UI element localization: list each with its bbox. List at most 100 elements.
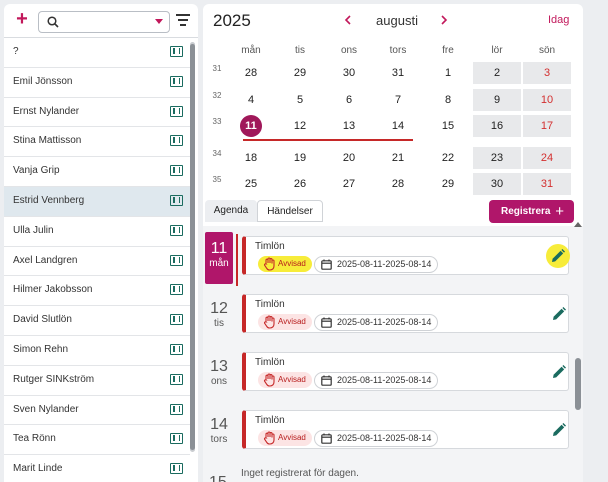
calendar-day[interactable]: 30 — [473, 173, 521, 195]
calendar-icon[interactable] — [170, 224, 183, 236]
calendar-icon[interactable] — [170, 433, 183, 445]
calendar-day[interactable]: 25 — [227, 173, 275, 195]
calendar-day[interactable]: 8 — [424, 89, 472, 111]
scroll-up-icon[interactable] — [574, 222, 582, 227]
calendar-icon[interactable] — [170, 135, 183, 147]
person-name: Hilmer Jakobsson — [13, 284, 93, 296]
calendar-icon[interactable] — [170, 403, 183, 415]
plus-icon: + — [16, 8, 28, 30]
calendar-day[interactable]: 30 — [325, 62, 373, 84]
calendar-day-selected[interactable]: 11 — [227, 115, 275, 137]
filter-icon[interactable] — [176, 14, 190, 26]
hand-stop-icon — [263, 373, 275, 387]
calendar-day[interactable]: 3 — [523, 62, 571, 84]
date-range-text: 2025-08-11-2025-08-14 — [337, 317, 432, 327]
add-person-button[interactable]: + — [14, 8, 30, 30]
chevron-down-icon[interactable] — [155, 19, 163, 24]
list-item[interactable]: Tea Rönn — [4, 425, 190, 456]
calendar-day[interactable]: 5 — [276, 89, 324, 111]
agenda-weekday: tis — [214, 318, 224, 329]
agenda-entry[interactable]: Timlön Avvisad 2025-08-11-2025-08-14 — [242, 352, 569, 391]
calendar-icon[interactable] — [170, 105, 183, 117]
calendar-day[interactable]: 31 — [374, 62, 422, 84]
calendar-day[interactable]: 4 — [227, 89, 275, 111]
calendar-day[interactable]: 17 — [523, 115, 571, 137]
calendar-day[interactable]: 26 — [276, 173, 324, 195]
search-input[interactable] — [65, 14, 149, 30]
tab-events[interactable]: Händelser — [257, 200, 323, 222]
calendar-day[interactable]: 9 — [473, 89, 521, 111]
plus-icon: + — [555, 203, 564, 220]
list-item[interactable]: Marit Linde — [4, 455, 190, 482]
list-item[interactable]: Emil Jönsson — [4, 68, 190, 98]
calendar-day[interactable]: 24 — [523, 147, 571, 169]
calendar-icon[interactable] — [170, 373, 183, 385]
agenda-scrollbar[interactable] — [574, 222, 582, 478]
calendar-day[interactable]: 15 — [424, 115, 472, 137]
agenda-scrollbar-thumb[interactable] — [575, 358, 581, 410]
list-item[interactable]: Simon Rehn — [4, 336, 190, 366]
calendar-icon[interactable] — [170, 284, 183, 296]
calendar-icon[interactable] — [170, 75, 183, 87]
prev-month-button[interactable] — [343, 13, 353, 25]
calendar-day[interactable]: 21 — [374, 147, 422, 169]
calendar-day[interactable]: 29 — [424, 173, 472, 195]
edit-button[interactable] — [551, 422, 567, 438]
calendar-icon[interactable] — [170, 343, 183, 355]
calendar-day[interactable]: 14 — [374, 115, 422, 137]
list-item[interactable]: Sven Nylander — [4, 396, 190, 426]
list-item[interactable]: Vanja Grip — [4, 157, 190, 187]
calendar-day[interactable]: 28 — [227, 62, 275, 84]
agenda-entry[interactable]: Timlön Avvisad 2025-08-11-2025-08-14 — [242, 236, 570, 275]
edit-button[interactable] — [546, 244, 570, 268]
agenda-date-number: 12 — [210, 300, 228, 317]
calendar-day[interactable]: 2 — [473, 62, 521, 84]
today-button[interactable]: Idag — [548, 14, 569, 26]
calendar-day[interactable]: 18 — [227, 147, 275, 169]
list-item[interactable]: David Slutlön — [4, 306, 190, 336]
calendar-icon[interactable] — [170, 314, 183, 326]
list-item[interactable]: Axel Landgren — [4, 247, 190, 277]
calendar-day[interactable]: 31 — [523, 173, 571, 195]
calendar-day[interactable]: 19 — [276, 147, 324, 169]
calendar-day[interactable]: 23 — [473, 147, 521, 169]
calendar-day[interactable]: 10 — [523, 89, 571, 111]
weekday-header: ons — [340, 45, 358, 56]
calendar-day[interactable]: 27 — [325, 173, 373, 195]
edit-button[interactable] — [551, 306, 567, 322]
agenda-entry[interactable]: Timlön Avvisad 2025-08-11-2025-08-14 — [242, 294, 569, 333]
list-item[interactable]: Rutger SINKström — [4, 366, 190, 396]
calendar-day[interactable]: 6 — [325, 89, 373, 111]
calendar-day[interactable]: 16 — [473, 115, 521, 137]
calendar-day[interactable]: 28 — [374, 173, 422, 195]
agenda-date: 14 tors — [205, 416, 233, 445]
next-month-button[interactable] — [439, 13, 449, 25]
calendar-day[interactable]: 29 — [276, 62, 324, 84]
calendar-icon[interactable] — [170, 463, 183, 475]
calendar-day[interactable]: 22 — [424, 147, 472, 169]
week-number: 33 — [212, 117, 222, 126]
register-button[interactable]: Registrera + — [489, 200, 574, 223]
calendar-day[interactable]: 20 — [325, 147, 373, 169]
search-field[interactable] — [38, 11, 170, 33]
calendar-day[interactable]: 1 — [424, 62, 472, 84]
calendar-icon[interactable] — [170, 165, 183, 177]
list-item[interactable]: Stina Mattisson — [4, 127, 190, 158]
edit-button[interactable] — [551, 364, 567, 380]
calendar-day[interactable]: 12 — [276, 115, 324, 137]
calendar-icon[interactable] — [170, 194, 183, 206]
list-item[interactable]: Hilmer Jakobsson — [4, 276, 190, 307]
sidebar-scrollbar-thumb[interactable] — [190, 44, 195, 450]
calendar-icon[interactable] — [170, 46, 183, 57]
calendar-day[interactable]: 13 — [325, 115, 373, 137]
list-item[interactable]: Estrid Vennberg — [4, 186, 190, 217]
chevron-right-icon — [441, 15, 448, 25]
agenda-entry[interactable]: Timlön Avvisad 2025-08-11-2025-08-14 — [242, 410, 569, 449]
list-item[interactable]: Ulla Julin — [4, 217, 190, 247]
calendar-day[interactable]: 7 — [374, 89, 422, 111]
list-item[interactable]: Ernst Nylander — [4, 98, 190, 128]
app-root: + ? Emil Jönsson Ernst Nylander Stina Matti… — [0, 0, 608, 482]
list-item[interactable]: ? — [4, 38, 190, 68]
calendar-icon[interactable] — [170, 254, 183, 266]
tab-agenda[interactable]: Agenda — [205, 200, 257, 222]
